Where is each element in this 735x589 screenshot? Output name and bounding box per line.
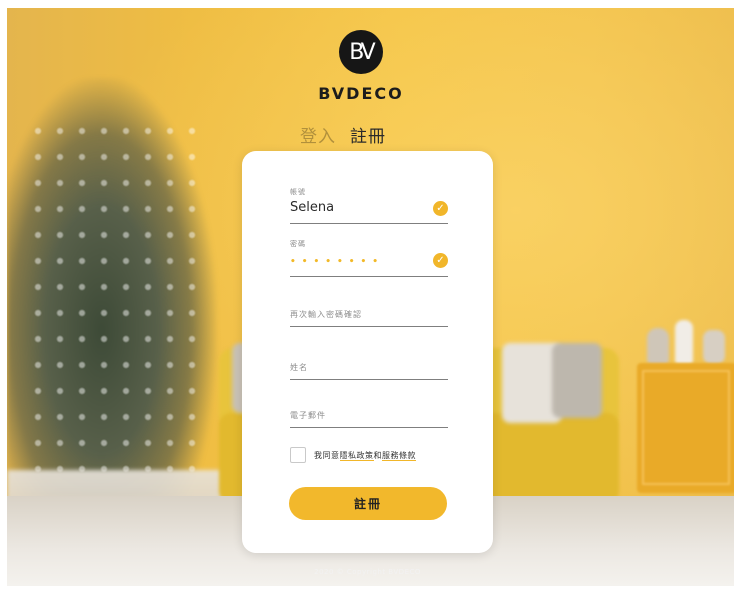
- account-label: 帳號: [290, 188, 306, 196]
- check-circle-icon: ✓: [433, 253, 448, 268]
- tree-lights-image: [27, 118, 197, 478]
- account-input[interactable]: Selena: [290, 200, 448, 217]
- confirm-password-input[interactable]: 再次輸入密碼確認: [290, 309, 448, 320]
- copyright-footer: 2020 © Copyright BVDECO: [314, 568, 421, 576]
- tab-login[interactable]: 登入: [300, 122, 336, 152]
- tab-register[interactable]: 註冊: [350, 122, 386, 152]
- auth-tabs: 登入 註冊: [300, 122, 430, 152]
- confirm-password-field[interactable]: 再次輸入密碼確認: [290, 309, 448, 327]
- agree-label: 我同意隱私政策和服務條款: [314, 450, 416, 461]
- brand-name: BVDECO: [318, 84, 404, 103]
- password-field[interactable]: 密碼 •••••••• ✓: [290, 239, 448, 277]
- vase-image: [647, 328, 669, 364]
- register-button[interactable]: 註冊: [289, 487, 447, 520]
- confirm-password-underline: [290, 326, 448, 327]
- terms-of-service-link[interactable]: 服務條款: [382, 450, 416, 461]
- vase-image: [703, 330, 725, 364]
- password-label: 密碼: [290, 240, 306, 248]
- register-card: 帳號 Selena ✓ 密碼 •••••••• ✓ 再次輸入密碼確認 姓名 電子…: [242, 151, 493, 553]
- email-underline: [290, 427, 448, 428]
- account-underline: [290, 223, 448, 224]
- email-field[interactable]: 電子郵件: [290, 410, 448, 428]
- brand-logo-icon: BV: [339, 30, 383, 74]
- agree-prefix: 我同意: [314, 450, 340, 460]
- privacy-policy-link[interactable]: 隱私政策: [339, 450, 374, 461]
- check-circle-icon: ✓: [433, 201, 448, 216]
- cabinet-detail: [642, 370, 730, 485]
- password-input[interactable]: ••••••••: [290, 257, 448, 274]
- account-field[interactable]: 帳號 Selena ✓: [290, 187, 448, 224]
- agree-checkbox[interactable]: [290, 447, 306, 463]
- logo-mark-text: BV: [349, 39, 376, 65]
- agree-and: 和: [373, 450, 382, 460]
- name-input[interactable]: 姓名: [290, 362, 448, 373]
- password-underline: [290, 276, 448, 277]
- email-input[interactable]: 電子郵件: [290, 410, 448, 421]
- pillow-image: [552, 343, 602, 418]
- tab-indicator: [366, 151, 380, 159]
- name-field[interactable]: 姓名: [290, 362, 448, 380]
- name-underline: [290, 379, 448, 380]
- agree-terms: 我同意隱私政策和服務條款: [290, 445, 460, 465]
- vase-image: [675, 320, 693, 364]
